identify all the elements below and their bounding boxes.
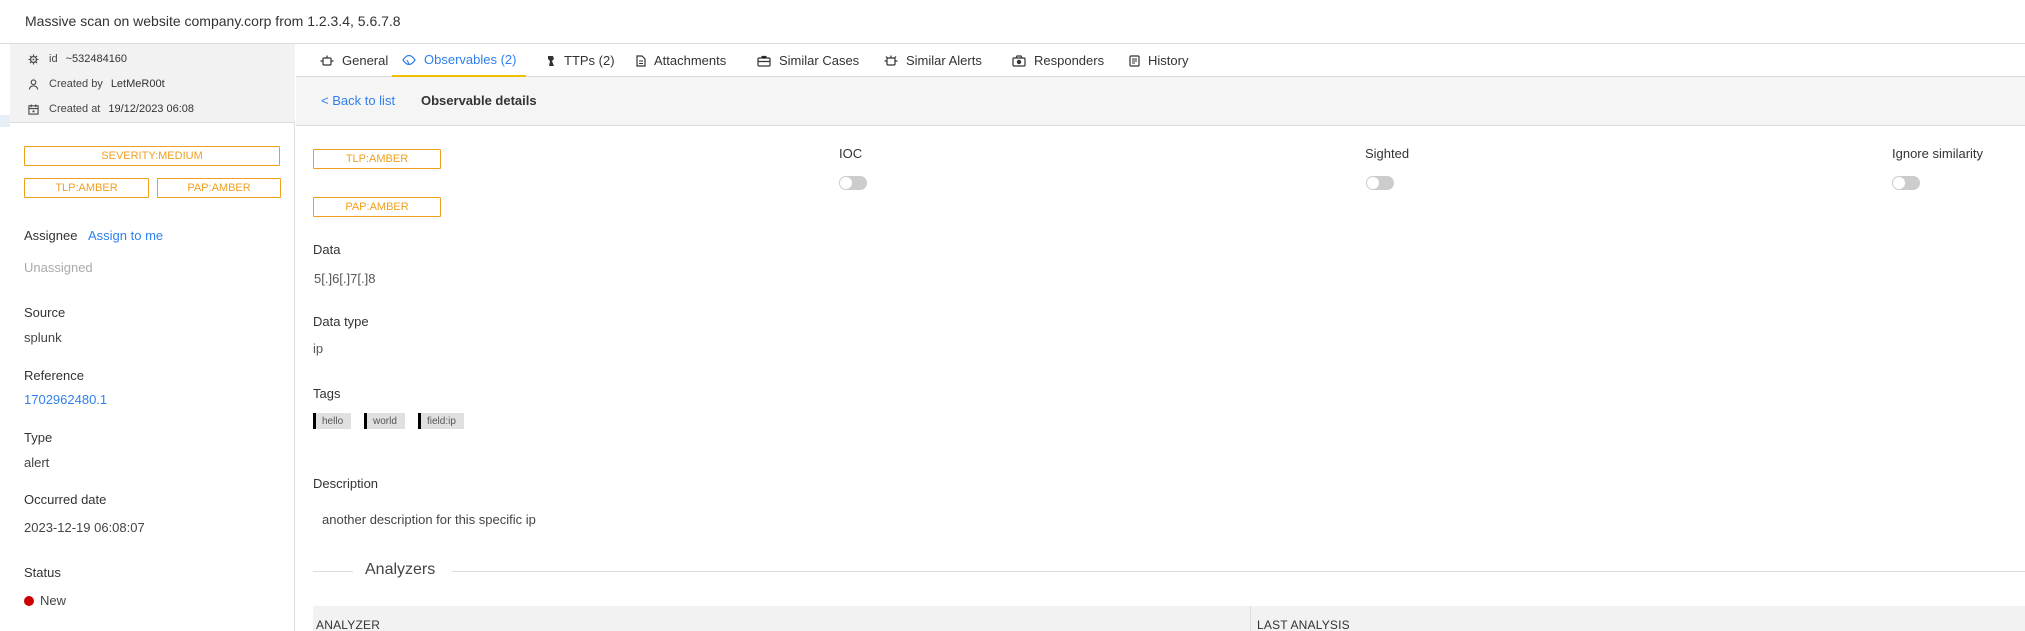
attachments-icon xyxy=(636,54,646,67)
ioc-label: IOC xyxy=(839,146,863,161)
tab-general[interactable]: General xyxy=(310,44,398,77)
meta-created-by-row: Created by LetMeR00t xyxy=(27,76,165,92)
ioc-toggle[interactable] xyxy=(839,176,867,190)
tag-hello: hello xyxy=(313,413,352,429)
data-type-label: Data type xyxy=(313,314,369,329)
meta-created-by-value: LetMeR00t xyxy=(110,78,165,90)
ignore-similarity-toggle-knob xyxy=(1893,177,1905,189)
tab-similar-cases[interactable]: Similar Cases xyxy=(747,44,869,77)
meta-created-by-label: Created by xyxy=(49,78,103,90)
tab-responders-label: Responders xyxy=(1034,53,1105,68)
description-label: Description xyxy=(313,476,379,491)
alert-meta-box: id ~532484160 Created by LetMeR00t Creat… xyxy=(10,44,295,123)
ignore-similarity-label: Ignore similarity xyxy=(1892,146,1984,161)
meta-id-label: id xyxy=(49,53,58,65)
tab-observables-label: Observables (2) xyxy=(424,52,517,67)
assign-to-me-link[interactable]: Assign to me xyxy=(88,228,163,243)
severity-badge: SEVERITY:MEDIUM xyxy=(24,146,280,166)
meta-created-at-label: Created at xyxy=(49,103,101,115)
gear-icon xyxy=(27,53,39,65)
tab-bar: General Observables (2) TTPs (2) Attachm… xyxy=(296,44,2025,77)
column-divider xyxy=(1250,606,1251,631)
type-label: Type xyxy=(24,430,53,445)
pap-badge: PAP:AMBER xyxy=(157,178,281,198)
occurred-date-label: Occurred date xyxy=(24,492,107,507)
alert-sidebar: id ~532484160 Created by LetMeR00t Creat… xyxy=(10,44,295,631)
calendar-icon xyxy=(27,103,39,115)
source-value: splunk xyxy=(24,330,62,345)
status-dot-icon xyxy=(24,596,34,606)
tag-world: world xyxy=(364,413,405,429)
data-value: 5[.]6[.]7[.]8 xyxy=(314,271,376,286)
user-icon xyxy=(27,78,39,90)
ioc-toggle-knob xyxy=(840,177,852,189)
similar-alerts-icon xyxy=(884,55,898,67)
analyzers-divider-right xyxy=(452,571,2025,572)
tlp-badge: TLP:AMBER xyxy=(24,178,149,198)
analyzers-table-header: ANALYZER LAST ANALYSIS xyxy=(313,606,2025,631)
tab-general-label: General xyxy=(342,53,389,68)
data-type-value: ip xyxy=(313,341,324,356)
ttps-icon xyxy=(546,55,556,67)
analyzer-column-header[interactable]: ANALYZER xyxy=(316,618,380,631)
general-icon xyxy=(320,55,334,67)
occurred-date-value: 2023-12-19 06:08:07 xyxy=(24,520,145,535)
observable-pap-badge: PAP:AMBER xyxy=(313,197,441,217)
tab-similar-alerts[interactable]: Similar Alerts xyxy=(874,44,992,77)
status-value-row: New xyxy=(24,593,66,608)
sidebar-accent-strip xyxy=(0,115,10,127)
data-label: Data xyxy=(313,242,341,257)
alert-title: Massive scan on website company.corp fro… xyxy=(25,13,401,29)
description-value: another description for this specific ip xyxy=(322,512,536,527)
meta-id-row: id ~532484160 xyxy=(27,51,127,67)
observable-subheader: < Back to list Observable details xyxy=(296,77,2025,126)
tab-history-label: History xyxy=(1148,53,1189,68)
tab-ttps[interactable]: TTPs (2) xyxy=(536,44,625,77)
assignee-label: Assignee xyxy=(24,228,78,243)
sighted-label: Sighted xyxy=(1365,146,1410,161)
assignee-value: Unassigned xyxy=(24,260,93,275)
reference-label: Reference xyxy=(24,368,84,383)
sighted-toggle[interactable] xyxy=(1366,176,1394,190)
meta-created-at-value: 19/12/2023 06:08 xyxy=(108,103,195,115)
top-bar: Massive scan on website company.corp fro… xyxy=(0,0,2025,44)
analyzers-title: Analyzers xyxy=(365,561,436,578)
tag-field-ip: field:ip xyxy=(418,413,464,429)
responders-icon xyxy=(1012,54,1026,67)
observable-tlp-badge: TLP:AMBER xyxy=(313,149,441,169)
status-value: New xyxy=(40,593,67,608)
tab-ttps-label: TTPs (2) xyxy=(564,53,615,68)
type-value: alert xyxy=(24,455,50,470)
tab-attachments[interactable]: Attachments xyxy=(626,44,736,77)
tab-history[interactable]: History xyxy=(1119,44,1198,77)
tab-responders[interactable]: Responders xyxy=(1002,44,1114,77)
ignore-similarity-toggle[interactable] xyxy=(1892,176,1920,190)
observables-icon xyxy=(402,54,416,66)
tab-attachments-label: Attachments xyxy=(654,53,727,68)
tags-label: Tags xyxy=(313,386,341,401)
last-analysis-column-header[interactable]: LAST ANALYSIS xyxy=(1257,618,1350,631)
source-label: Source xyxy=(24,305,66,320)
tab-similar-cases-label: Similar Cases xyxy=(779,53,860,68)
meta-created-at-row: Created at 19/12/2023 06:08 xyxy=(27,101,194,117)
similar-cases-icon xyxy=(757,55,771,67)
reference-link[interactable]: 1702962480.1 xyxy=(24,392,107,407)
back-to-list-link[interactable]: < Back to list xyxy=(321,93,395,108)
history-icon xyxy=(1129,54,1140,67)
sighted-toggle-knob xyxy=(1367,177,1379,189)
status-label: Status xyxy=(24,565,61,580)
observable-details-title: Observable details xyxy=(421,93,537,108)
tab-similar-alerts-label: Similar Alerts xyxy=(906,53,982,68)
meta-id-value: ~532484160 xyxy=(65,53,128,65)
tab-observables[interactable]: Observables (2) xyxy=(392,44,527,77)
analyzers-divider-left xyxy=(313,571,353,572)
